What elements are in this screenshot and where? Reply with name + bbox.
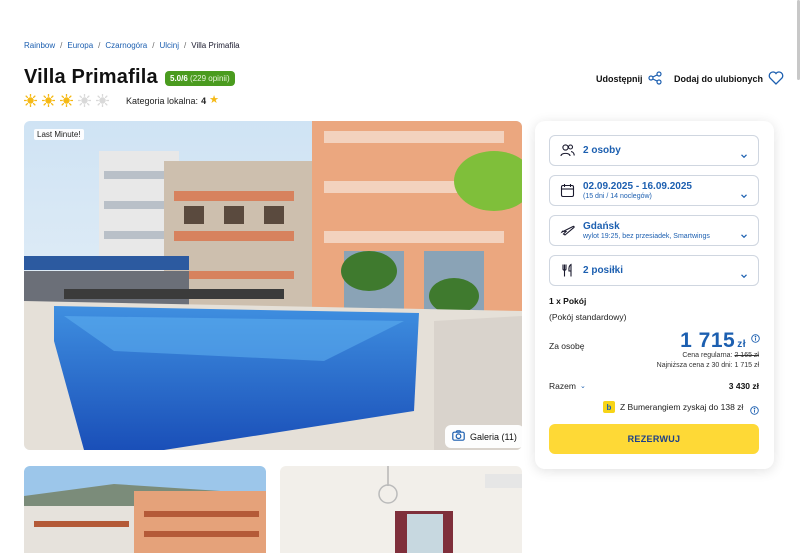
- regular-price: Cena regularna: 2 165 zł: [682, 352, 759, 359]
- breadcrumb-separator: /: [60, 41, 63, 50]
- room-type: (Pokój standardowy): [549, 312, 627, 322]
- add-to-favorites-button[interactable]: Dodaj do ulubionych: [674, 71, 784, 87]
- breadcrumb-separator: /: [152, 41, 155, 50]
- sun-rating: [24, 94, 109, 107]
- dates-value: 02.09.2025 - 16.09.2025: [583, 181, 692, 192]
- regular-price-label: Cena regularna:: [682, 352, 733, 359]
- total-label: Razem: [549, 381, 576, 391]
- total-value: 3 430 zł: [728, 381, 759, 391]
- rating-score: 5.0/6: [170, 74, 188, 83]
- page-title: Villa Primafila: [24, 66, 158, 88]
- bumerang-icon: b: [603, 401, 615, 413]
- total-toggle[interactable]: Razem ⌄: [549, 381, 586, 391]
- gallery-label: Galeria (11): [470, 431, 517, 442]
- breadcrumb-link-rainbow[interactable]: Rainbow: [24, 41, 55, 50]
- sun-icon: [78, 94, 91, 107]
- cutlery-icon: [560, 263, 575, 278]
- sun-icon: [96, 94, 109, 107]
- local-category-value: 4: [201, 95, 207, 106]
- chevron-down-icon: ⌄: [579, 383, 586, 390]
- sun-icon: [42, 94, 55, 107]
- room-title: 1 x Pokój: [549, 296, 587, 306]
- chevron-down-icon: [740, 227, 748, 238]
- breadcrumb-separator: /: [184, 41, 187, 50]
- breadcrumb-separator: /: [98, 41, 101, 50]
- per-person-label: Za osobę: [549, 341, 585, 351]
- breadcrumb-link-czarnogora[interactable]: Czarnogóra: [105, 41, 147, 50]
- info-icon[interactable]: [751, 330, 760, 343]
- departure-value: Gdańsk: [583, 221, 620, 232]
- breadcrumb-link-europa[interactable]: Europa: [67, 41, 93, 50]
- price-per-person: 1 715 zł: [680, 329, 746, 353]
- price-currency: zł: [737, 339, 746, 350]
- lowest-price-30-days: Najniższa cena z 30 dni: 1 715 zł: [656, 362, 759, 369]
- breadcrumb-link-ulcinj[interactable]: Ulcinj: [159, 41, 179, 50]
- meals-select[interactable]: 2 posiłki: [549, 255, 759, 286]
- departure-sub: wylot 19:25, bez przesiadek, Smartwings: [583, 233, 710, 240]
- heart-icon: [768, 71, 784, 87]
- price-value: 1 715: [680, 329, 736, 352]
- booking-panel: 2 osoby 02.09.2025 - 16.09.2025 (15 dni …: [535, 121, 774, 469]
- info-icon[interactable]: [750, 402, 759, 415]
- local-category: Kategoria lokalna: 4 ★: [126, 95, 219, 106]
- bumerang-promo: b Z Bumerangiem zyskaj do 138 zł: [603, 401, 743, 413]
- chevron-down-icon: [740, 187, 748, 198]
- gallery-button[interactable]: Galeria (11): [445, 425, 524, 448]
- plane-icon: [560, 223, 575, 238]
- persons-value: 2 osoby: [583, 145, 621, 156]
- star-icon: ★: [209, 94, 219, 106]
- breadcrumb: Rainbow / Europa / Czarnogóra / Ulcinj /…: [24, 41, 240, 50]
- regular-price-value: 2 165 zł: [734, 352, 759, 359]
- rating-badge[interactable]: 5.0/6 (229 opinii): [165, 71, 235, 86]
- share-label: Udostępnij: [596, 74, 643, 84]
- sun-icon: [60, 94, 73, 107]
- bumerang-text: Z Bumerangiem zyskaj do 138 zł: [620, 402, 744, 412]
- reserve-button[interactable]: REZERWUJ: [549, 424, 759, 454]
- breadcrumb-current: Villa Primafila: [191, 41, 240, 50]
- meals-value: 2 posiłki: [583, 265, 624, 276]
- sun-icon: [24, 94, 37, 107]
- chevron-down-icon: [740, 147, 748, 158]
- camera-icon: [452, 430, 465, 443]
- persons-icon: [560, 143, 575, 158]
- favorite-label: Dodaj do ulubionych: [674, 74, 763, 84]
- hero-photo[interactable]: [24, 121, 522, 450]
- gallery-thumbnail[interactable]: [280, 466, 522, 553]
- share-button[interactable]: Udostępnij: [596, 71, 662, 87]
- rating-opinions: (229 opinii): [190, 74, 230, 83]
- persons-select[interactable]: 2 osoby: [549, 135, 759, 166]
- departure-select[interactable]: Gdańsk wylot 19:25, bez przesiadek, Smar…: [549, 215, 759, 246]
- gallery-thumbnail[interactable]: [24, 466, 266, 553]
- share-icon: [647, 71, 662, 87]
- dates-sub: (15 dni / 14 noclegów): [583, 193, 652, 200]
- local-category-label: Kategoria lokalna:: [126, 95, 199, 106]
- dates-select[interactable]: 02.09.2025 - 16.09.2025 (15 dni / 14 noc…: [549, 175, 759, 206]
- calendar-icon: [560, 183, 575, 198]
- chevron-down-icon: [740, 267, 748, 278]
- last-minute-badge: Last Minute!: [34, 129, 84, 140]
